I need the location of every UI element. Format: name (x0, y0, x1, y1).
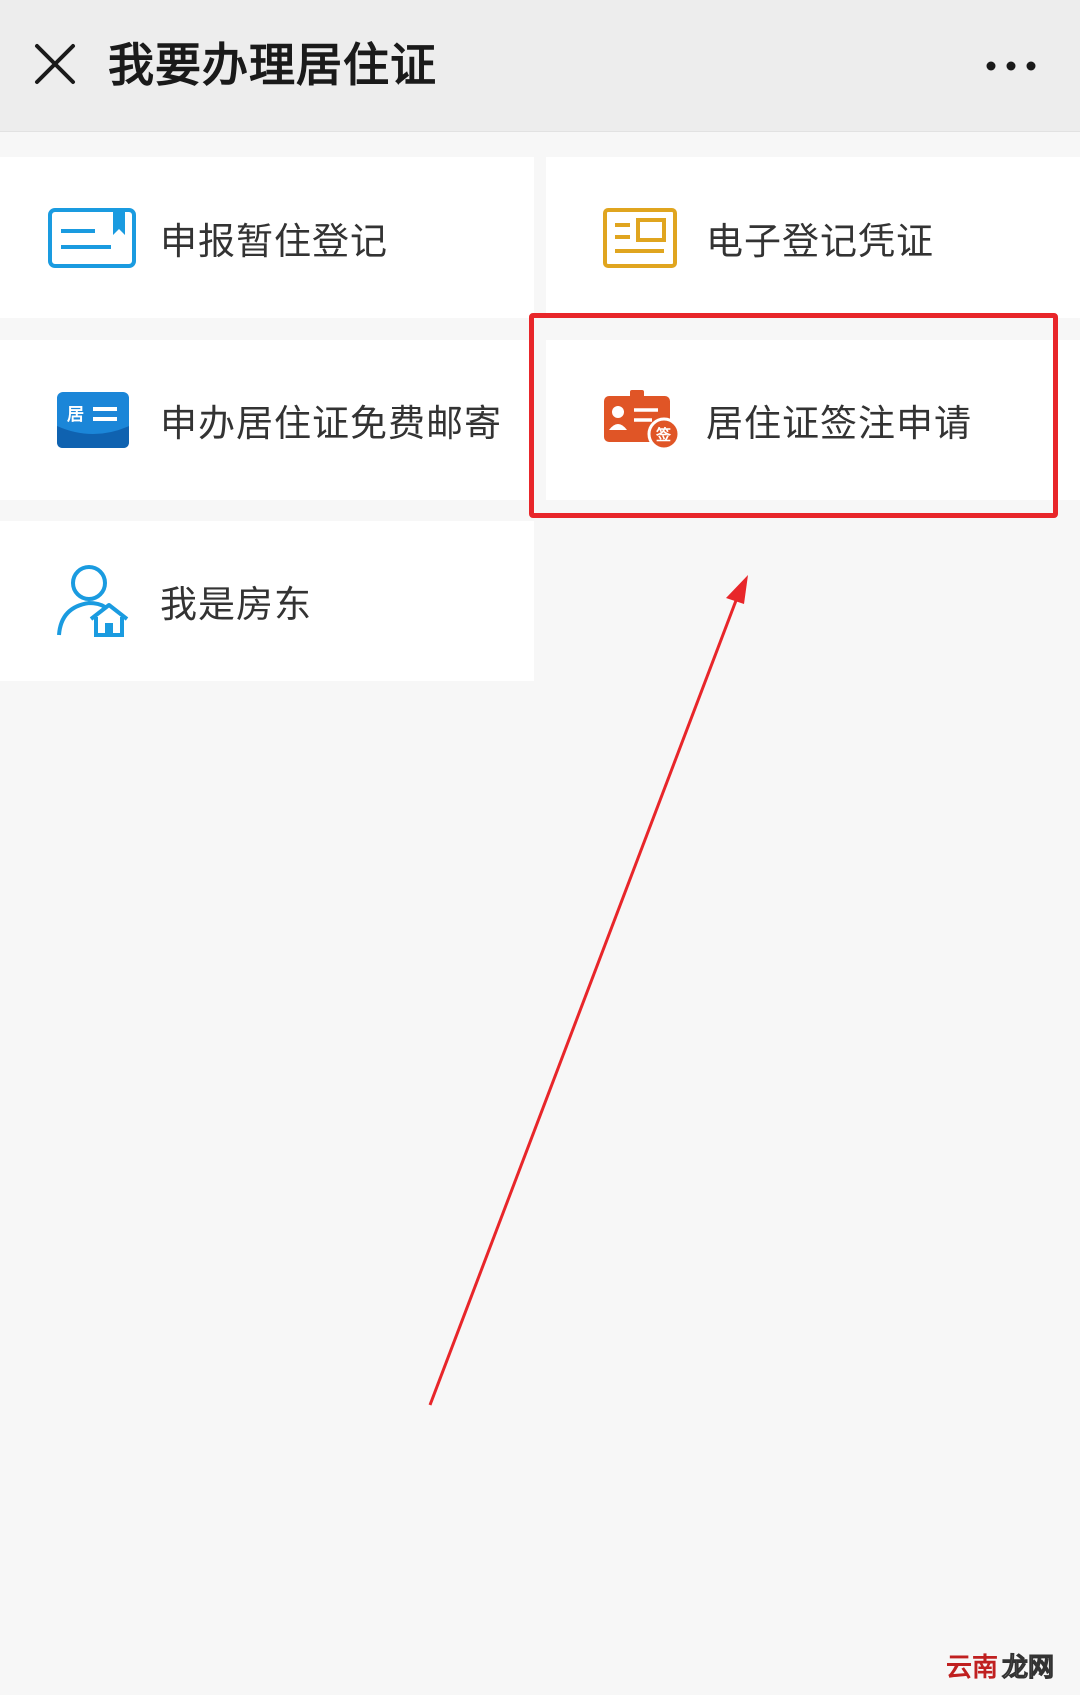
id-card-sign-icon: 签 (604, 390, 681, 451)
header-bar: 我要办理居住证 (0, 0, 1080, 132)
close-icon (35, 44, 75, 84)
registration-card-icon (48, 207, 136, 268)
service-tile-residence-permit-free-mail[interactable]: 居 申办居住证免费邮寄 (0, 340, 534, 500)
service-label: 申办居住证免费邮寄 (160, 402, 502, 445)
service-label: 电子登记凭证 (706, 219, 934, 263)
svg-text:签: 签 (655, 426, 672, 444)
service-tile-temporary-residence-registration[interactable]: 申报暂住登记 (0, 157, 534, 318)
close-button[interactable] (25, 28, 85, 100)
svg-text:龙网: 龙网 (1002, 1653, 1054, 1683)
residence-card-mail-icon: 居 (57, 392, 129, 448)
more-dots-icon (986, 61, 1036, 71)
watermark-logo: 云南 龙网 (946, 1653, 1055, 1684)
svg-text:云南: 云南 (946, 1653, 998, 1683)
service-label: 我是房东 (160, 583, 312, 626)
service-tile-landlord[interactable]: 我是房东 (0, 521, 534, 681)
service-label: 居住证签注申请 (706, 402, 972, 445)
service-label: 申报暂住登记 (160, 219, 388, 263)
certificate-icon (603, 207, 677, 268)
landlord-icon (57, 565, 129, 637)
page-title: 我要办理居住证 (108, 38, 437, 92)
more-button[interactable] (968, 44, 1054, 88)
svg-text:居: 居 (67, 405, 84, 425)
service-tile-residence-permit-endorsement[interactable]: 签 居住证签注申请 (546, 340, 1080, 500)
service-tile-electronic-certificate[interactable]: 电子登记凭证 (546, 157, 1080, 318)
